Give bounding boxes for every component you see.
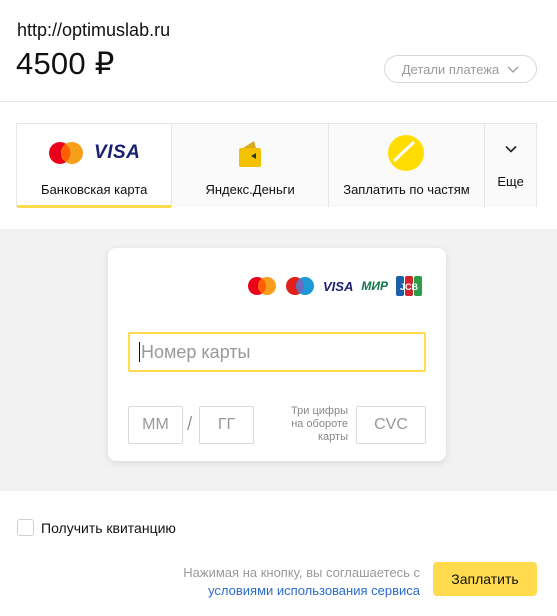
receipt-option[interactable]: Получить квитанцию (17, 519, 176, 536)
visa-logo: VISA (94, 142, 141, 163)
yandex-money-wallet-icon (239, 141, 262, 167)
card-form-area: VISA МИР JCB Номер карты ММ / ГГ Три циф… (0, 229, 557, 491)
yandex-money-logo (237, 124, 263, 182)
receipt-label: Получить квитанцию (41, 519, 176, 536)
cvc-input[interactable]: CVC (356, 406, 426, 444)
card-number-input[interactable]: Номер карты (128, 332, 426, 372)
payment-header: http://optimuslab.ru 4500 ₽ Детали плате… (0, 0, 557, 102)
chevron-down-icon (507, 66, 519, 73)
tab-bank-card-label: Банковская карта (41, 182, 148, 197)
payment-details-label: Детали платежа (401, 61, 500, 77)
terms-agreement: Нажимая на кнопку, вы соглашаетесь с усл… (150, 564, 420, 600)
jcb-icon: JCB (396, 276, 422, 296)
mastercard-icon (49, 142, 84, 164)
cvc-hint: Три цифры на обороте карты (291, 405, 348, 443)
card-number-placeholder: Номер карты (141, 341, 251, 362)
visa-logo: VISA (323, 278, 354, 294)
expiry-year-placeholder: ГГ (217, 416, 236, 433)
payment-amount: 4500 ₽ (16, 46, 115, 81)
tab-bank-card[interactable]: VISA Банковская карта (17, 124, 173, 208)
payment-method-tabs: VISA Банковская карта Яндекс.Деньги Запл… (16, 123, 537, 208)
tab-yandex-money[interactable]: Яндекс.Деньги (172, 124, 329, 207)
receipt-checkbox[interactable] (17, 519, 34, 536)
tab-pay-in-parts[interactable]: Заплатить по частям (328, 124, 486, 207)
cvc-placeholder: CVC (374, 416, 408, 433)
mastercard-icon (248, 277, 277, 295)
terms-link[interactable]: условиями использования сервиса (208, 583, 420, 598)
pay-button[interactable]: Заплатить (433, 562, 537, 596)
maestro-icon (286, 277, 315, 295)
tab-more-label: Еще (497, 174, 524, 189)
terms-agreement-text: Нажимая на кнопку, вы соглашаетесь с (183, 565, 420, 580)
jcb-logo-text: JCB (400, 282, 419, 292)
payment-details-button[interactable]: Детали платежа (384, 55, 537, 83)
expiry-month-placeholder: ММ (142, 416, 169, 433)
tab-yandex-money-label: Яндекс.Деньги (205, 182, 295, 197)
expiry-year-input[interactable]: ГГ (199, 406, 254, 444)
pay-button-label: Заплатить (451, 571, 519, 587)
pay-in-parts-logo (387, 124, 425, 182)
merchant-url: http://optimuslab.ru (17, 20, 171, 40)
expiry-month-input[interactable]: ММ (128, 406, 183, 444)
text-caret (139, 342, 140, 362)
card-form: VISA МИР JCB Номер карты ММ / ГГ Три циф… (108, 248, 446, 461)
expiry-separator: / (187, 414, 193, 435)
tab-more[interactable]: Еще (485, 124, 536, 207)
bank-card-logos: VISA (48, 124, 140, 182)
tab-pay-in-parts-label: Заплатить по частям (343, 182, 470, 197)
more-icon-wrap (505, 124, 517, 174)
mir-logo: МИР (361, 279, 388, 293)
chevron-down-icon (505, 145, 517, 153)
yellow-circle-icon (388, 135, 425, 171)
accepted-card-brands: VISA МИР JCB (247, 276, 422, 296)
